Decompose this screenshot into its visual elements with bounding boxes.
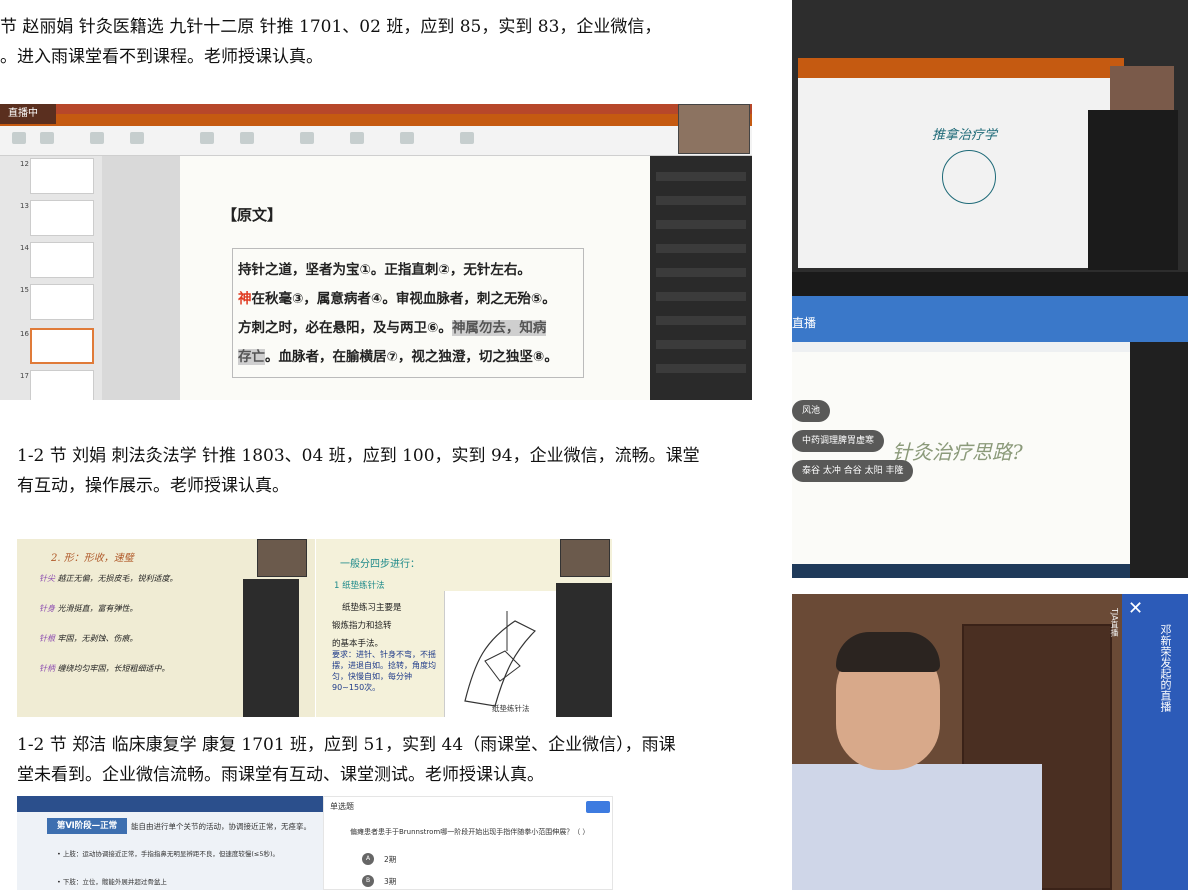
close-icon[interactable]: ✕ bbox=[1128, 598, 1143, 619]
option-a-radio[interactable]: A bbox=[362, 853, 374, 865]
stage-label: 第Ⅵ阶段—正常 bbox=[47, 818, 127, 834]
thumb-number: 17 bbox=[20, 372, 29, 380]
quiz-screenshot: 单选题 偏瘫患者患手于Brunnstrom哪一阶段开始出现手指伴随拳小范围伸展？… bbox=[323, 796, 613, 890]
stage-description: 能自由进行单个关节的活动，协调接近正常，无痉挛。 bbox=[131, 822, 311, 831]
thumb-number: 13 bbox=[20, 202, 29, 210]
paragraph-1-line-2: 。进入雨课堂看不到课程。老师授课认真。 bbox=[0, 47, 323, 67]
ppt-thumbnail-pane: 12 13 14 15 16 17 bbox=[0, 156, 102, 400]
submit-button[interactable] bbox=[586, 801, 610, 813]
ppt-slide-canvas: 【原文】 持针之道，坚者为宝①。正指直刺②，无针左右。 神在秋毫③，属意病者④。… bbox=[180, 156, 650, 400]
teacher-hair bbox=[836, 632, 940, 672]
teacher-shirt bbox=[792, 764, 1042, 890]
chat-bubble: 风池 bbox=[792, 400, 831, 422]
slide-thumbnail[interactable] bbox=[30, 370, 94, 400]
slide-header-bar bbox=[17, 796, 323, 812]
live-info-panel: ✕ 邓新荣发起的直播 bbox=[1122, 594, 1188, 890]
slide-body-text: 持针之道，坚者为宝①。正指直刺②，无针左右。 神在秋毫③，属意病者④。审视血脉者… bbox=[238, 262, 558, 365]
rehab-slide-screenshot: 第Ⅵ阶段—正常 能自由进行单个关节的活动，协调接近正常，无痉挛。 • 上肢：运动… bbox=[17, 796, 323, 890]
thumb-number: 15 bbox=[20, 286, 29, 294]
teacher-camera-thumbnail bbox=[257, 539, 307, 577]
option-label: 2期 bbox=[384, 855, 397, 864]
thumb-number: 16 bbox=[20, 330, 29, 338]
handout-title: 2. 形：形收，速璧 bbox=[51, 553, 134, 564]
list-item: • 下肢：立位，髋能外展并超过骨盆上 bbox=[57, 878, 167, 886]
handout-line: 针身 光滑挺直，富有弹性。 bbox=[39, 604, 138, 613]
handout-line: 针根 牢固，无剥蚀、伤痕。 bbox=[39, 634, 138, 643]
paragraph-3-line-2: 堂未看到。企业微信流畅。雨课堂有互动、课堂测试。老师授课认真。 bbox=[17, 765, 544, 785]
handout-requirement: 要求：进针、针身不弯，不摇摆，进退自如。捻转，角度均匀，快慢自如，每分钟90~1… bbox=[332, 650, 436, 692]
ppt-ribbon bbox=[798, 58, 1124, 78]
handout-desc: 纸垫练习主要是 bbox=[342, 603, 402, 613]
ppt-titlebar bbox=[0, 104, 752, 114]
slide-thumbnail[interactable] bbox=[30, 284, 94, 320]
needle-handout-screenshot: 2. 形：形收，速璧 针尖 越正无偏，无损皮毛，锐利适度。 针身 光滑挺直，富有… bbox=[17, 539, 315, 717]
ppt-ribbon bbox=[0, 126, 752, 156]
school-seal-logo bbox=[942, 150, 996, 204]
slide-title: 针灸治疗思路? bbox=[892, 440, 1023, 464]
paragraph-2-line-2: 有互动，操作展示。老师授课认真。 bbox=[17, 476, 289, 496]
teacher-camera-screenshot: TJA直播 ✕ 邓新荣发起的直播 bbox=[792, 594, 1188, 890]
tuina-live-screenshot: 推拿治疗学 bbox=[792, 0, 1188, 296]
ppt-ribbon-tabs bbox=[0, 114, 752, 126]
slide-thumbnail-selected[interactable] bbox=[30, 328, 94, 364]
quiz-question: 偏瘫患者患手于Brunnstrom哪一阶段开始出现手指伴随拳小范围伸展？（ ） bbox=[350, 828, 590, 836]
list-item: • 上肢：运动协调接近正常，手指指鼻无明显辨距不良，但速度较慢(≤5秒)。 bbox=[57, 850, 280, 858]
option-label: 3期 bbox=[384, 877, 397, 886]
live-chat-panel bbox=[1088, 110, 1178, 270]
ppt-live-screenshot: 直播中 12 13 14 15 16 17 【原文】 持针之道，坚者为宝①。正指… bbox=[0, 104, 752, 400]
acupuncture-live-screenshot: 直播 针灸治疗思路? 风池 中药调理脾胃虚寒 泰谷 太冲 合谷 太阳 丰隆 bbox=[792, 296, 1188, 578]
slide-heading: 【原文】 bbox=[222, 206, 283, 224]
slide-thumbnail[interactable] bbox=[30, 200, 94, 236]
option-b-radio[interactable]: B bbox=[362, 875, 374, 887]
paper-pad-handout-screenshot: 一般分四步进行： 1 纸垫练针法 纸垫练习主要是 锻炼指力和捻转 的基本手法。 … bbox=[316, 539, 612, 717]
chat-bubble: 泰谷 太冲 合谷 太阳 丰隆 bbox=[792, 460, 914, 482]
teacher-camera-thumbnail bbox=[560, 539, 610, 577]
thumb-number: 14 bbox=[20, 244, 29, 252]
chat-bubble: 中药调理脾胃虚寒 bbox=[792, 430, 885, 452]
handout-line: 针柄 缠绕均匀牢固，长短粗细适中。 bbox=[39, 664, 170, 673]
handout-desc: 锻炼指力和捻转 bbox=[332, 621, 392, 631]
handout-step: 1 纸垫练针法 bbox=[334, 581, 385, 591]
handout-desc: 的基本手法。 bbox=[332, 639, 384, 649]
slide-title: 推拿治疗学 bbox=[932, 128, 998, 143]
live-title: 邓新荣发起的直播 bbox=[1159, 624, 1172, 712]
windows-taskbar bbox=[792, 564, 1130, 578]
live-badge: 直播中 bbox=[0, 104, 56, 124]
live-chat-panel bbox=[556, 583, 612, 717]
thumb-number: 12 bbox=[20, 160, 29, 168]
live-chat-panel bbox=[650, 156, 752, 400]
teacher-camera-thumbnail bbox=[678, 104, 750, 154]
slide-thumbnail[interactable] bbox=[30, 158, 94, 194]
handout-line: 针尖 越正无偏，无损皮毛，锐利适度。 bbox=[39, 574, 178, 583]
live-header-label: 直播 bbox=[792, 316, 817, 330]
slide-thumbnail[interactable] bbox=[30, 242, 94, 278]
windows-taskbar bbox=[792, 272, 1188, 296]
quiz-type-label: 单选题 bbox=[330, 802, 354, 811]
paragraph-3-line-1: 1-2 节 郑洁 临床康复学 康复 1701 班，应到 51，实到 44（雨课堂… bbox=[17, 735, 676, 755]
live-chat-panel bbox=[243, 579, 299, 717]
live-header-bar: 直播 bbox=[792, 296, 1188, 342]
live-chat-panel bbox=[1130, 342, 1188, 578]
live-source-label: TJA直播 bbox=[1110, 608, 1119, 637]
paragraph-2-line-1: 1-2 节 刘娟 刺法灸法学 针推 1803、04 班，应到 100，实到 94… bbox=[17, 446, 700, 466]
figure-caption: 纸垫练针法 bbox=[492, 704, 530, 713]
teacher-camera-thumbnail bbox=[1110, 66, 1174, 110]
paragraph-1-line-1: 节 赵丽娟 针灸医籍选 九针十二原 针推 1701、02 班，应到 85，实到 … bbox=[0, 17, 662, 37]
handout-title: 一般分四步进行： bbox=[340, 559, 420, 570]
needle-hand-illustration bbox=[444, 591, 556, 717]
